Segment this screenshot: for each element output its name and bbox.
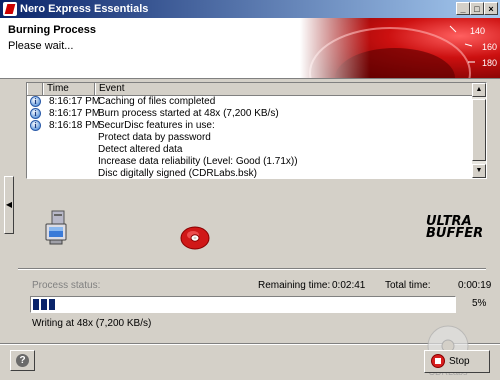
divider — [18, 268, 486, 270]
info-icon: i — [30, 120, 41, 131]
log-row[interactable]: i 8:16:17 PM Burn process started at 48x… — [27, 108, 472, 120]
remaining-time-label: Remaining time: — [258, 280, 331, 291]
stop-label: Stop — [449, 356, 470, 367]
computer-icon — [45, 210, 67, 245]
progress-percent: 5% — [472, 298, 487, 309]
total-time-label: Total time: — [385, 280, 431, 291]
stop-button[interactable]: Stop — [424, 350, 490, 373]
gauge-tick-160: 160 — [482, 42, 497, 52]
log-header: Time Event — [27, 83, 472, 96]
help-icon: ? — [16, 353, 29, 367]
info-icon: i — [30, 96, 41, 107]
window-title: Nero Express Essentials — [20, 3, 149, 15]
event-log-list[interactable]: Time Event i 8:16:17 PM Caching of files… — [26, 82, 487, 179]
log-event: Disc digitally signed (CDRLabs.bsk) — [98, 168, 257, 179]
title-bar: Nero Express Essentials _ □ × — [0, 0, 500, 18]
writing-speed-text: Writing at 48x (7,200 KB/s) — [32, 318, 152, 329]
log-event: Increase data reliability (Level: Good (… — [98, 156, 298, 167]
maximize-button[interactable]: □ — [470, 2, 484, 15]
progress-block — [49, 299, 55, 310]
log-time: 8:16:18 PM — [49, 120, 101, 131]
progress-fill — [33, 299, 55, 310]
log-row[interactable]: Protect data by password — [27, 132, 472, 144]
log-time: 8:16:17 PM — [49, 96, 101, 107]
log-event: Burn process started at 48x (7,200 KB/s) — [98, 108, 279, 119]
close-button[interactable]: × — [484, 2, 498, 15]
remaining-time-value: 0:02:41 — [332, 280, 366, 291]
log-event: Caching of files completed — [98, 96, 216, 107]
page-subtitle: Please wait... — [8, 40, 74, 52]
ultra-buffer-logo: ULTRA BUFFER — [426, 215, 484, 242]
column-icon[interactable] — [27, 83, 43, 95]
nero-app-icon — [3, 2, 17, 16]
minimize-button[interactable]: _ — [456, 2, 470, 15]
column-time[interactable]: Time — [43, 83, 95, 95]
page-title: Burning Process — [8, 24, 97, 36]
log-row[interactable]: i 8:16:17 PM Caching of files completed — [27, 96, 472, 108]
process-status-label: Process status: — [32, 280, 101, 291]
log-scrollbar[interactable]: ▲ ▼ — [472, 83, 486, 178]
gauge-tick-180: 180 — [482, 58, 497, 68]
scroll-up-arrow-icon[interactable]: ▲ — [472, 83, 486, 97]
stop-icon — [431, 354, 445, 368]
total-time-value: 0:00:19 — [458, 280, 492, 291]
log-row[interactable]: Disc digitally signed (CDRLabs.bsk) — [27, 168, 472, 179]
column-event[interactable]: Event — [95, 83, 472, 95]
gauge-tick-140: 140 — [470, 26, 485, 36]
info-icon: i — [30, 108, 41, 119]
log-event: SecurDisc features in use: — [98, 120, 215, 131]
log-event: Protect data by password — [98, 132, 211, 143]
log-row[interactable]: Increase data reliability (Level: Good (… — [27, 156, 472, 168]
log-row[interactable]: i 8:16:18 PM SecurDisc features in use: — [27, 120, 472, 132]
disc-icon — [180, 226, 210, 250]
scroll-down-arrow-icon[interactable]: ▼ — [472, 164, 486, 178]
log-time: 8:16:17 PM — [49, 108, 101, 119]
scroll-thumb[interactable] — [472, 99, 486, 161]
help-button[interactable]: ? — [10, 350, 35, 371]
log-event: Detect altered data — [98, 144, 183, 155]
log-row[interactable]: Detect altered data — [27, 144, 472, 156]
progress-block — [33, 299, 39, 310]
speedometer-graphic: 140 160 180 — [300, 18, 500, 78]
progress-block — [41, 299, 47, 310]
header-banner: Burning Process Please wait... 140 160 1… — [0, 18, 500, 79]
ultra-buffer-logo-line2: BUFFER — [426, 226, 484, 241]
progress-bar — [30, 296, 456, 313]
collapse-panel-handle[interactable]: ◀ — [4, 176, 14, 234]
